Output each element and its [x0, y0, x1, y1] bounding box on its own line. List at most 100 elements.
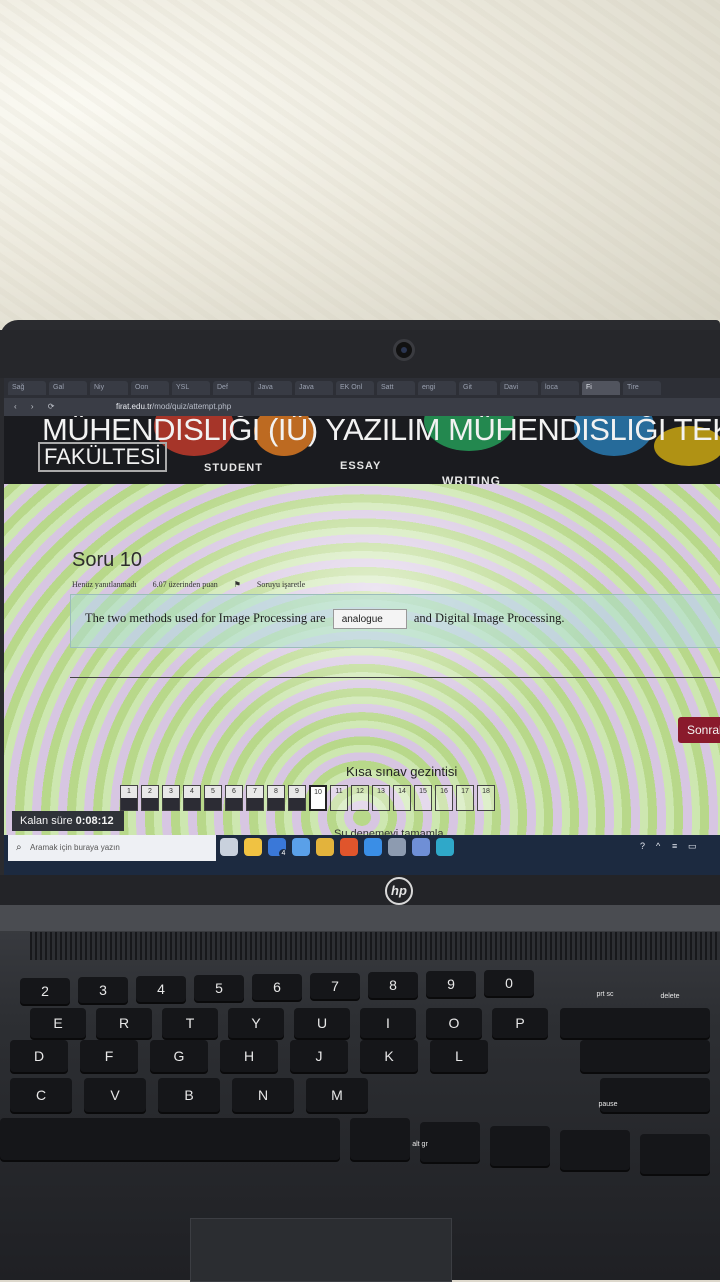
- banner-writing-label: WRITING: [442, 474, 501, 484]
- browser-tab[interactable]: Gal: [49, 381, 87, 395]
- flag-question-link[interactable]: ⚑ Soruyu işaretle: [234, 580, 319, 589]
- quiz-navigation-grid: 1 2 3 4 5 6 7 8 9 10 11 12 13 14 15 16 17 18: [120, 785, 495, 811]
- keyboard-key[interactable]: E: [30, 1008, 86, 1038]
- chevron-up-icon[interactable]: ^: [656, 840, 666, 852]
- keyboard-key[interactable]: [640, 1134, 710, 1174]
- quiz-nav-button[interactable]: 16: [435, 785, 453, 811]
- site-banner: MÜHENDİSLİĞİ (İÜ) YAZILIM MÜHENDİSLİĞİ T…: [4, 416, 720, 484]
- app3-icon[interactable]: [412, 838, 430, 856]
- keyboard-key[interactable]: M: [306, 1078, 368, 1112]
- quiz-nav-button[interactable]: 4: [183, 785, 201, 811]
- battery-icon[interactable]: ▭: [688, 840, 698, 852]
- quiz-nav-button[interactable]: 12: [351, 785, 369, 811]
- keyboard-key[interactable]: R: [96, 1008, 152, 1038]
- app2-icon[interactable]: [388, 838, 406, 856]
- quiz-nav-button[interactable]: 6: [225, 785, 243, 811]
- keyboard-key[interactable]: 7: [310, 973, 360, 999]
- keyboard-key[interactable]: [0, 1118, 340, 1160]
- keyboard-key[interactable]: H: [220, 1040, 278, 1072]
- keyboard-key[interactable]: 6: [252, 974, 302, 1000]
- quiz-nav-button[interactable]: 3: [162, 785, 180, 811]
- quiz-nav-button[interactable]: 9: [288, 785, 306, 811]
- quiz-nav-button[interactable]: 11: [330, 785, 348, 811]
- vscode-icon[interactable]: [364, 838, 382, 856]
- browser-nav-icons[interactable]: ‹ › ⟳: [14, 398, 60, 416]
- next-page-button[interactable]: Sonraki: [678, 717, 720, 743]
- mail-icon[interactable]: 4: [268, 838, 288, 858]
- file-explorer-icon[interactable]: [244, 838, 262, 856]
- keyboard-key[interactable]: K: [360, 1040, 418, 1072]
- quiz-nav-button[interactable]: 1: [120, 785, 138, 811]
- keyboard-key[interactable]: F: [80, 1040, 138, 1072]
- mail-badge: 4: [279, 849, 288, 858]
- quiz-nav-button[interactable]: 5: [204, 785, 222, 811]
- browser-tab[interactable]: Sağ: [8, 381, 46, 395]
- network-icon[interactable]: ≡: [672, 840, 682, 852]
- browser-tab[interactable]: Davi: [500, 381, 538, 395]
- keyboard-key[interactable]: 9: [426, 971, 476, 997]
- quiz-nav-button[interactable]: 7: [246, 785, 264, 811]
- browser-tab[interactable]: engi: [418, 381, 456, 395]
- keyboard-key[interactable]: Y: [228, 1008, 284, 1038]
- browser-tab[interactable]: Fi: [582, 381, 620, 395]
- browser-tab[interactable]: Git: [459, 381, 497, 395]
- app-icon[interactable]: [292, 838, 310, 856]
- keyboard-key[interactable]: [490, 1126, 550, 1166]
- address-bar[interactable]: ‹ › ⟳ firat.edu.tr/mod/quiz/attempt.php: [4, 398, 720, 416]
- touchpad[interactable]: [190, 1218, 452, 1282]
- quiz-nav-button[interactable]: 15: [414, 785, 432, 811]
- question-box: The two methods used for Image Processin…: [70, 594, 720, 648]
- browser-tab[interactable]: Satt: [377, 381, 415, 395]
- quiz-nav-button[interactable]: 14: [393, 785, 411, 811]
- keyboard-key[interactable]: 8: [368, 972, 418, 998]
- browser-tab[interactable]: Tire: [623, 381, 661, 395]
- browser-tab[interactable]: loca: [541, 381, 579, 395]
- keyboard-key[interactable]: V: [84, 1078, 146, 1112]
- keyboard-key[interactable]: T: [162, 1008, 218, 1038]
- keyboard-key[interactable]: D: [10, 1040, 68, 1072]
- browser-tab[interactable]: EK Onl: [336, 381, 374, 395]
- keyboard-key[interactable]: [580, 1040, 710, 1072]
- question-status: Henüz yanıtlanmadı: [72, 580, 137, 589]
- task-view-icon[interactable]: [220, 838, 238, 856]
- time-remaining: Kalan süre 0:08:12: [12, 811, 124, 831]
- keyboard-key[interactable]: B: [158, 1078, 220, 1112]
- keyboard-key[interactable]: U: [294, 1008, 350, 1038]
- keyboard-key[interactable]: 2: [20, 978, 70, 1004]
- keyboard-key[interactable]: 0: [484, 970, 534, 996]
- keyboard-key[interactable]: 5: [194, 975, 244, 1001]
- timer-value: 0:08:12: [75, 815, 114, 827]
- keyboard-key[interactable]: L: [430, 1040, 488, 1072]
- browser-tab[interactable]: YSL: [172, 381, 210, 395]
- quiz-nav-button[interactable]: 2: [141, 785, 159, 811]
- keyboard-key[interactable]: O: [426, 1008, 482, 1038]
- keyboard-key[interactable]: C: [10, 1078, 72, 1112]
- edge-icon[interactable]: [436, 838, 454, 856]
- keyboard-key[interactable]: P: [492, 1008, 548, 1038]
- keyboard-key[interactable]: [560, 1130, 630, 1170]
- keyboard-key[interactable]: [560, 1008, 710, 1038]
- browser-tab[interactable]: Oon: [131, 381, 169, 395]
- browser-tab[interactable]: Niy: [90, 381, 128, 395]
- chrome-icon[interactable]: [316, 838, 334, 856]
- opera-icon[interactable]: [340, 838, 358, 856]
- keyboard-key[interactable]: 4: [136, 976, 186, 1002]
- browser-tab[interactable]: Java: [295, 381, 333, 395]
- keyboard-key[interactable]: N: [232, 1078, 294, 1112]
- answer-input[interactable]: analogue: [332, 609, 407, 629]
- quiz-nav-button[interactable]: 13: [372, 785, 390, 811]
- quiz-nav-button[interactable]: 10: [309, 785, 327, 811]
- keyboard-key[interactable]: G: [150, 1040, 208, 1072]
- taskbar-search-box[interactable]: ⌕ Aramak için buraya yazın: [8, 835, 216, 861]
- quiz-nav-button[interactable]: 8: [267, 785, 285, 811]
- keyboard-key[interactable]: 3: [78, 977, 128, 1003]
- quiz-nav-button[interactable]: 18: [477, 785, 495, 811]
- help-icon[interactable]: ?: [640, 840, 650, 852]
- question-text: The two methods used for Image Processin…: [85, 609, 564, 629]
- quiz-nav-button[interactable]: 17: [456, 785, 474, 811]
- browser-tab[interactable]: Java: [254, 381, 292, 395]
- speaker-grille: [30, 932, 720, 960]
- keyboard-key[interactable]: I: [360, 1008, 416, 1038]
- browser-tab[interactable]: Def: [213, 381, 251, 395]
- keyboard-key[interactable]: J: [290, 1040, 348, 1072]
